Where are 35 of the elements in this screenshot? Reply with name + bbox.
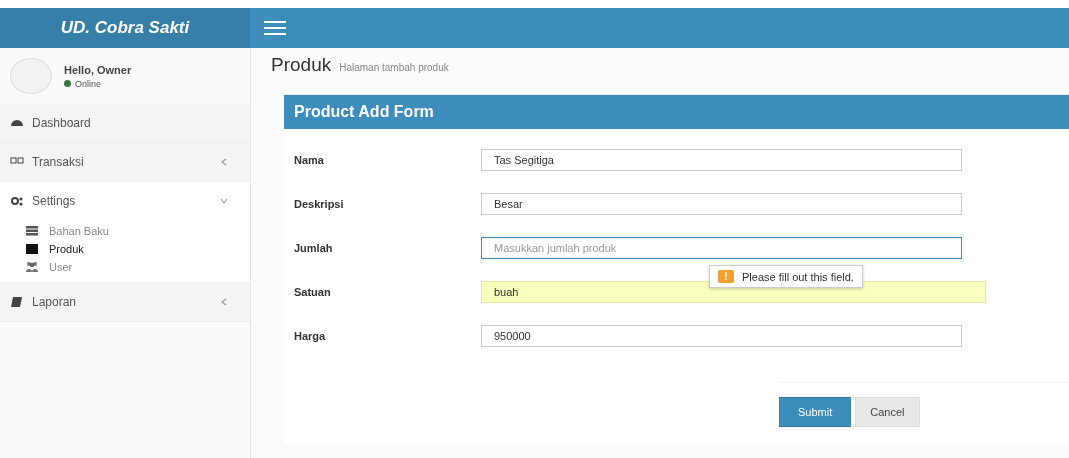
chevron-icon — [220, 298, 228, 306]
sidebar-subitem[interactable]: Produk — [0, 240, 250, 258]
sidebar-item[interactable]: Dashboard — [0, 104, 250, 143]
input-field[interactable]: Masukkan jumlah produk — [481, 237, 962, 259]
field-label: Deskripsi — [294, 198, 345, 210]
field-label: Nama — [294, 154, 325, 166]
page-subtitle: Halaman tambah produk — [339, 62, 449, 73]
cancel-button[interactable]: Cancel — [855, 397, 920, 427]
list-icon — [25, 224, 39, 238]
user-greeting: Hello, Owner — [64, 63, 132, 76]
sidebar-subitem[interactable]: User — [0, 258, 250, 276]
users-icon — [25, 260, 39, 274]
sidebar-item[interactable]: Transaksi — [0, 143, 250, 182]
brand-logo[interactable]: UD. Cobra Sakti — [0, 8, 250, 48]
user-status: Online — [75, 78, 101, 89]
status-dot — [64, 80, 71, 87]
avatar — [10, 58, 52, 94]
field-label: Jumlah — [294, 242, 334, 254]
box-icon — [25, 242, 39, 256]
warning-icon: ! — [718, 270, 734, 283]
sidebar-item[interactable]: Settings — [0, 182, 250, 220]
chevron-icon — [220, 197, 228, 205]
page-title: Produk — [271, 54, 332, 76]
tooltip-message: Please fill out this field. — [742, 270, 854, 283]
sidebar-subitem[interactable]: Bahan Baku — [0, 222, 250, 240]
sidebar-item[interactable]: Laporan — [0, 283, 250, 322]
chevron-icon — [220, 158, 228, 166]
field-label: Harga — [294, 330, 327, 342]
field-label: Satuan — [294, 286, 332, 298]
menu-icon[interactable] — [264, 20, 286, 36]
submit-button[interactable]: Submit — [779, 397, 852, 427]
input-field[interactable]: Besar — [481, 193, 962, 215]
input-field[interactable]: 950000 — [481, 325, 962, 347]
input-field[interactable]: Tas Segitiga — [481, 149, 962, 171]
form-title: Product Add Form — [284, 95, 1069, 129]
